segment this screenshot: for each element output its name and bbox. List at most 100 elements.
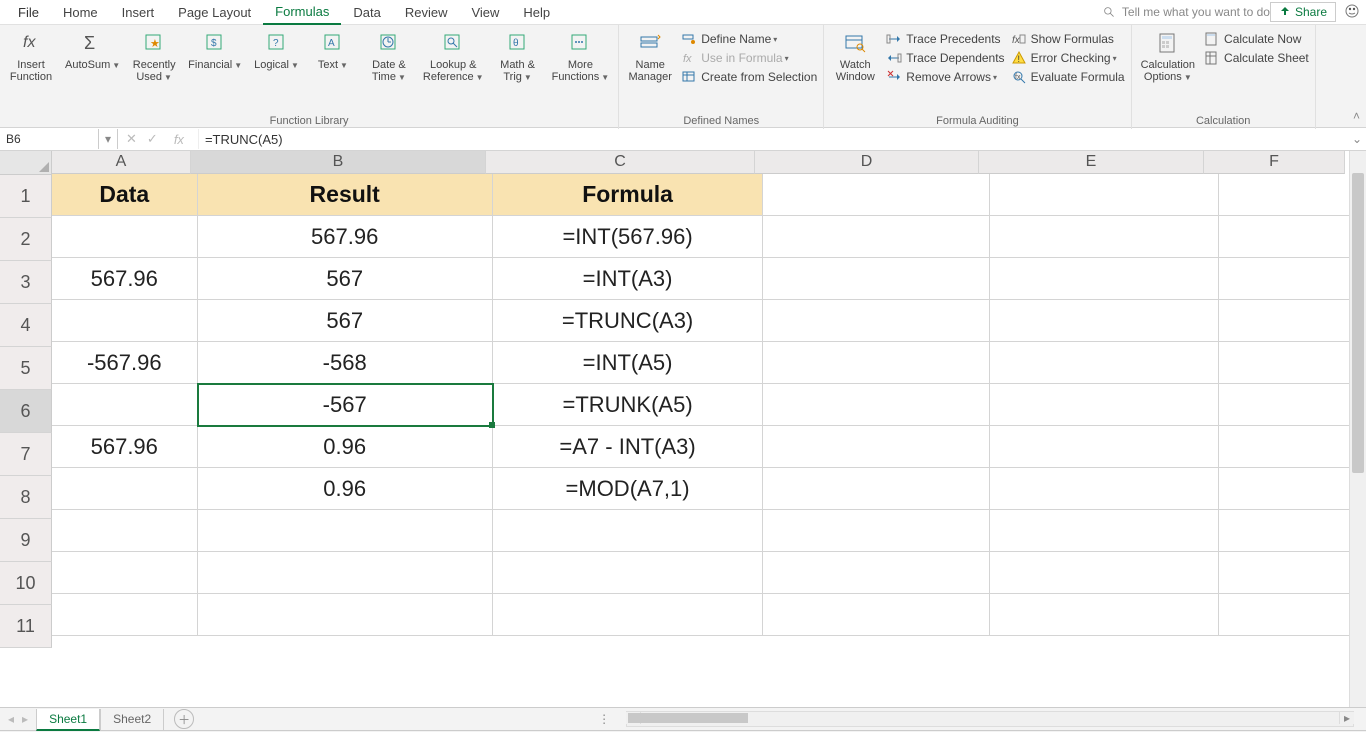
create-from-selection-button[interactable]: Create from Selection [681,69,817,85]
menu-tab-page-layout[interactable]: Page Layout [166,1,263,24]
error-checking-button[interactable]: !Error Checking ▾ [1011,50,1125,66]
cell-B7[interactable]: 0.96 [198,426,493,468]
column-header-B[interactable]: B [191,151,486,174]
menu-tab-view[interactable]: View [459,1,511,24]
formula-bar-expand[interactable]: ⌄ [1348,132,1366,146]
watch-window-button[interactable]: Watch Window [830,27,880,85]
name-box[interactable]: B6 [0,129,99,149]
trace-dependents-button[interactable]: Trace Dependents [886,50,1004,66]
formula-input[interactable]: =TRUNC(A5) [199,132,1348,147]
cell-E2[interactable] [990,216,1218,258]
select-all-corner[interactable] [0,151,52,175]
column-header-D[interactable]: D [755,151,979,174]
column-header-E[interactable]: E [979,151,1204,174]
row-header-5[interactable]: 5 [0,347,52,390]
calculation-options-button[interactable]: Calculation Options▼ [1138,27,1198,86]
cell-D6[interactable] [763,384,990,426]
cell-A10[interactable] [52,552,198,594]
cell-F8[interactable] [1219,468,1366,510]
cell-D7[interactable] [763,426,990,468]
cell-E3[interactable] [990,258,1218,300]
cell-D4[interactable] [763,300,990,342]
cell-E6[interactable] [990,384,1218,426]
cell-C5[interactable]: =INT(A5) [493,342,763,384]
cell-B6[interactable]: -567 [198,384,493,426]
row-header-2[interactable]: 2 [0,218,52,261]
cell-A2[interactable] [52,216,198,258]
cell-F5[interactable] [1219,342,1366,384]
text-button[interactable]: AText▼ [308,27,358,74]
sheet-tab-sheet1[interactable]: Sheet1 [36,709,100,731]
cell-D1[interactable] [763,174,990,216]
calculate-sheet-button[interactable]: Calculate Sheet [1204,50,1309,66]
row-header-7[interactable]: 7 [0,433,52,476]
share-button[interactable]: Share [1270,2,1336,22]
cell-A4[interactable] [52,300,198,342]
autosum-button[interactable]: ΣAutoSum▼ [62,27,123,74]
cell-E5[interactable] [990,342,1218,384]
logical-button[interactable]: ?Logical▼ [251,27,302,74]
menu-tab-home[interactable]: Home [51,1,110,24]
cell-E10[interactable] [990,552,1218,594]
cell-A7[interactable]: 567.96 [52,426,198,468]
cell-C3[interactable]: =INT(A3) [493,258,763,300]
cell-E7[interactable] [990,426,1218,468]
hscroll-divider[interactable]: ⋮ [594,712,614,726]
cell-A5[interactable]: -567.96 [52,342,198,384]
cell-B1[interactable]: Result [198,174,493,216]
add-sheet-button[interactable]: ＋ [174,709,194,729]
vertical-scroll-thumb[interactable] [1352,173,1364,473]
cell-B8[interactable]: 0.96 [198,468,493,510]
remove-arrows-button[interactable]: Remove Arrows ▾ [886,69,1004,85]
cell-A1[interactable]: Data [52,174,198,216]
cell-B5[interactable]: -568 [198,342,493,384]
lookup-reference-button[interactable]: Lookup & Reference▼ [420,27,487,86]
row-header-9[interactable]: 9 [0,519,52,562]
vertical-scrollbar[interactable] [1349,151,1366,707]
cell-B2[interactable]: 567.96 [198,216,493,258]
cell-E1[interactable] [990,174,1218,216]
cell-F1[interactable] [1219,174,1366,216]
cell-C8[interactable]: =MOD(A7,1) [493,468,763,510]
cell-C4[interactable]: =TRUNC(A3) [493,300,763,342]
cell-A6[interactable] [52,384,198,426]
cell-B3[interactable]: 567 [198,258,493,300]
sheet-tab-sheet2[interactable]: Sheet2 [100,709,164,731]
financial-button[interactable]: $Financial▼ [185,27,245,74]
menu-tab-file[interactable]: File [6,1,51,24]
fx-icon[interactable]: fx [168,132,190,147]
cancel-formula-icon[interactable]: ✕ [126,131,137,147]
cell-A3[interactable]: 567.96 [52,258,198,300]
trace-precedents-button[interactable]: Trace Precedents [886,31,1004,47]
cell-B9[interactable] [198,510,493,552]
sheet-nav[interactable]: ◂▸ [0,712,36,726]
cell-E9[interactable] [990,510,1218,552]
collapse-ribbon[interactable]: ˄ [1353,109,1360,123]
column-header-F[interactable]: F [1204,151,1345,174]
cell-F10[interactable] [1219,552,1366,594]
cell-D8[interactable] [763,468,990,510]
cell-F4[interactable] [1219,300,1366,342]
cell-C10[interactable] [493,552,763,594]
cell-D9[interactable] [763,510,990,552]
cell-F7[interactable] [1219,426,1366,468]
cell-A11[interactable] [52,594,198,636]
cell-D10[interactable] [763,552,990,594]
cell-F9[interactable] [1219,510,1366,552]
cell-A9[interactable] [52,510,198,552]
row-header-10[interactable]: 10 [0,562,52,605]
row-header-6[interactable]: 6 [0,390,52,433]
name-box-dropdown[interactable]: ▾ [99,129,118,149]
recently-used-button[interactable]: ★Recently Used▼ [129,27,179,86]
row-header-8[interactable]: 8 [0,476,52,519]
cell-D3[interactable] [763,258,990,300]
cell-C2[interactable]: =INT(567.96) [493,216,763,258]
accept-formula-icon[interactable]: ✓ [147,131,158,147]
cell-C9[interactable] [493,510,763,552]
cell-F2[interactable] [1219,216,1366,258]
row-header-11[interactable]: 11 [0,605,52,648]
menu-tab-review[interactable]: Review [393,1,460,24]
math-trig-button[interactable]: θMath & Trig▼ [493,27,543,86]
horizontal-scrollbar[interactable]: ◂ ▸ [626,711,1354,727]
cell-B11[interactable] [198,594,493,636]
